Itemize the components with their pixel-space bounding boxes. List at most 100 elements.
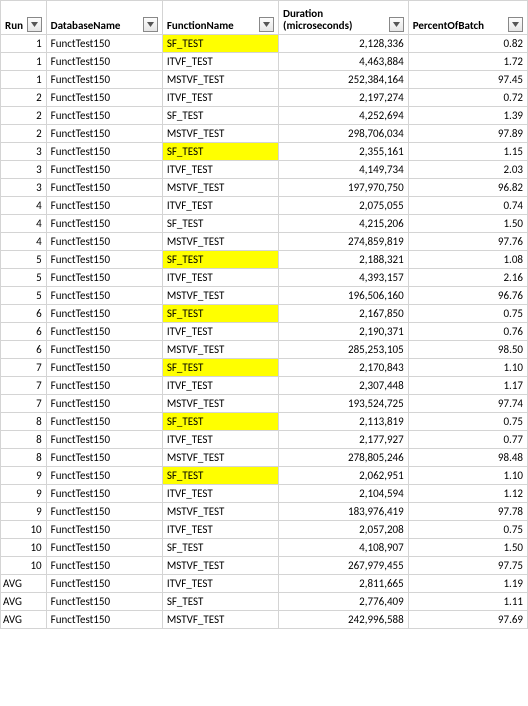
cell-percent-of-batch[interactable]: 1.50 xyxy=(408,539,527,557)
cell-database-name[interactable]: FunctTest150 xyxy=(46,323,162,341)
cell-run[interactable]: 1 xyxy=(1,71,47,89)
cell-run[interactable]: 2 xyxy=(1,125,47,143)
cell-function-name[interactable]: MSTVF_TEST xyxy=(162,179,278,197)
cell-percent-of-batch[interactable]: 97.78 xyxy=(408,503,527,521)
cell-function-name[interactable]: ITVF_TEST xyxy=(162,323,278,341)
cell-percent-of-batch[interactable]: 1.10 xyxy=(408,467,527,485)
cell-duration[interactable]: 2,190,371 xyxy=(279,323,409,341)
cell-percent-of-batch[interactable]: 1.50 xyxy=(408,215,527,233)
cell-percent-of-batch[interactable]: 97.74 xyxy=(408,395,527,413)
cell-duration[interactable]: 274,859,819 xyxy=(279,233,409,251)
cell-percent-of-batch[interactable]: 0.77 xyxy=(408,431,527,449)
cell-run[interactable]: AVG xyxy=(1,611,47,629)
cell-percent-of-batch[interactable]: 0.75 xyxy=(408,305,527,323)
cell-percent-of-batch[interactable]: 98.48 xyxy=(408,449,527,467)
cell-database-name[interactable]: FunctTest150 xyxy=(46,431,162,449)
cell-run[interactable]: 6 xyxy=(1,305,47,323)
cell-database-name[interactable]: FunctTest150 xyxy=(46,179,162,197)
cell-percent-of-batch[interactable]: 1.39 xyxy=(408,107,527,125)
cell-duration[interactable]: 2,811,665 xyxy=(279,575,409,593)
cell-run[interactable]: 7 xyxy=(1,395,47,413)
cell-database-name[interactable]: FunctTest150 xyxy=(46,143,162,161)
cell-percent-of-batch[interactable]: 97.45 xyxy=(408,71,527,89)
cell-function-name[interactable]: MSTVF_TEST xyxy=(162,71,278,89)
cell-run[interactable]: 9 xyxy=(1,485,47,503)
cell-percent-of-batch[interactable]: 0.75 xyxy=(408,521,527,539)
cell-percent-of-batch[interactable]: 0.75 xyxy=(408,413,527,431)
cell-run[interactable]: 5 xyxy=(1,269,47,287)
cell-percent-of-batch[interactable]: 1.19 xyxy=(408,575,527,593)
cell-percent-of-batch[interactable]: 97.76 xyxy=(408,233,527,251)
filter-dropdown-icon[interactable] xyxy=(27,17,42,32)
col-header-db[interactable]: DatabaseName xyxy=(46,1,162,35)
cell-percent-of-batch[interactable]: 97.75 xyxy=(408,557,527,575)
cell-percent-of-batch[interactable]: 1.10 xyxy=(408,359,527,377)
cell-run[interactable]: 3 xyxy=(1,143,47,161)
cell-function-name[interactable]: ITVF_TEST xyxy=(162,89,278,107)
cell-percent-of-batch[interactable]: 1.11 xyxy=(408,593,527,611)
cell-duration[interactable]: 2,062,951 xyxy=(279,467,409,485)
cell-duration[interactable]: 2,057,208 xyxy=(279,521,409,539)
cell-function-name[interactable]: MSTVF_TEST xyxy=(162,611,278,629)
cell-run[interactable]: 3 xyxy=(1,179,47,197)
cell-duration[interactable]: 183,976,419 xyxy=(279,503,409,521)
cell-function-name[interactable]: MSTVF_TEST xyxy=(162,125,278,143)
cell-percent-of-batch[interactable]: 1.12 xyxy=(408,485,527,503)
cell-run[interactable]: AVG xyxy=(1,593,47,611)
cell-run[interactable]: 8 xyxy=(1,431,47,449)
cell-database-name[interactable]: FunctTest150 xyxy=(46,539,162,557)
cell-database-name[interactable]: FunctTest150 xyxy=(46,485,162,503)
cell-function-name[interactable]: ITVF_TEST xyxy=(162,53,278,71)
cell-percent-of-batch[interactable]: 0.74 xyxy=(408,197,527,215)
cell-database-name[interactable]: FunctTest150 xyxy=(46,557,162,575)
cell-duration[interactable]: 252,384,164 xyxy=(279,71,409,89)
cell-duration[interactable]: 278,805,246 xyxy=(279,449,409,467)
cell-database-name[interactable]: FunctTest150 xyxy=(46,359,162,377)
cell-database-name[interactable]: FunctTest150 xyxy=(46,377,162,395)
cell-percent-of-batch[interactable]: 96.76 xyxy=(408,287,527,305)
cell-percent-of-batch[interactable]: 1.72 xyxy=(408,53,527,71)
cell-function-name[interactable]: ITVF_TEST xyxy=(162,575,278,593)
cell-database-name[interactable]: FunctTest150 xyxy=(46,53,162,71)
cell-function-name[interactable]: ITVF_TEST xyxy=(162,521,278,539)
cell-database-name[interactable]: FunctTest150 xyxy=(46,413,162,431)
cell-database-name[interactable]: FunctTest150 xyxy=(46,161,162,179)
cell-database-name[interactable]: FunctTest150 xyxy=(46,521,162,539)
cell-database-name[interactable]: FunctTest150 xyxy=(46,611,162,629)
cell-duration[interactable]: 2,197,274 xyxy=(279,89,409,107)
cell-function-name[interactable]: MSTVF_TEST xyxy=(162,395,278,413)
cell-percent-of-batch[interactable]: 96.82 xyxy=(408,179,527,197)
cell-run[interactable]: 9 xyxy=(1,503,47,521)
cell-run[interactable]: 5 xyxy=(1,287,47,305)
filter-dropdown-icon[interactable] xyxy=(508,17,523,32)
col-header-fn[interactable]: FunctionName xyxy=(162,1,278,35)
cell-duration[interactable]: 2,170,843 xyxy=(279,359,409,377)
cell-duration[interactable]: 196,506,160 xyxy=(279,287,409,305)
cell-function-name[interactable]: MSTVF_TEST xyxy=(162,341,278,359)
cell-function-name[interactable]: MSTVF_TEST xyxy=(162,503,278,521)
cell-run[interactable]: 7 xyxy=(1,377,47,395)
cell-function-name[interactable]: SF_TEST xyxy=(162,305,278,323)
cell-database-name[interactable]: FunctTest150 xyxy=(46,575,162,593)
cell-percent-of-batch[interactable]: 2.16 xyxy=(408,269,527,287)
cell-database-name[interactable]: FunctTest150 xyxy=(46,395,162,413)
cell-duration[interactable]: 298,706,034 xyxy=(279,125,409,143)
cell-duration[interactable]: 2,188,321 xyxy=(279,251,409,269)
cell-run[interactable]: AVG xyxy=(1,575,47,593)
cell-run[interactable]: 4 xyxy=(1,215,47,233)
cell-run[interactable]: 10 xyxy=(1,539,47,557)
cell-database-name[interactable]: FunctTest150 xyxy=(46,449,162,467)
cell-duration[interactable]: 2,177,927 xyxy=(279,431,409,449)
cell-duration[interactable]: 267,979,455 xyxy=(279,557,409,575)
cell-run[interactable]: 2 xyxy=(1,89,47,107)
cell-percent-of-batch[interactable]: 2.03 xyxy=(408,161,527,179)
cell-percent-of-batch[interactable]: 98.50 xyxy=(408,341,527,359)
cell-function-name[interactable]: ITVF_TEST xyxy=(162,161,278,179)
cell-database-name[interactable]: FunctTest150 xyxy=(46,593,162,611)
cell-function-name[interactable]: SF_TEST xyxy=(162,107,278,125)
cell-database-name[interactable]: FunctTest150 xyxy=(46,251,162,269)
cell-function-name[interactable]: MSTVF_TEST xyxy=(162,287,278,305)
filter-dropdown-icon[interactable] xyxy=(143,17,158,32)
cell-run[interactable]: 1 xyxy=(1,53,47,71)
cell-function-name[interactable]: SF_TEST xyxy=(162,143,278,161)
